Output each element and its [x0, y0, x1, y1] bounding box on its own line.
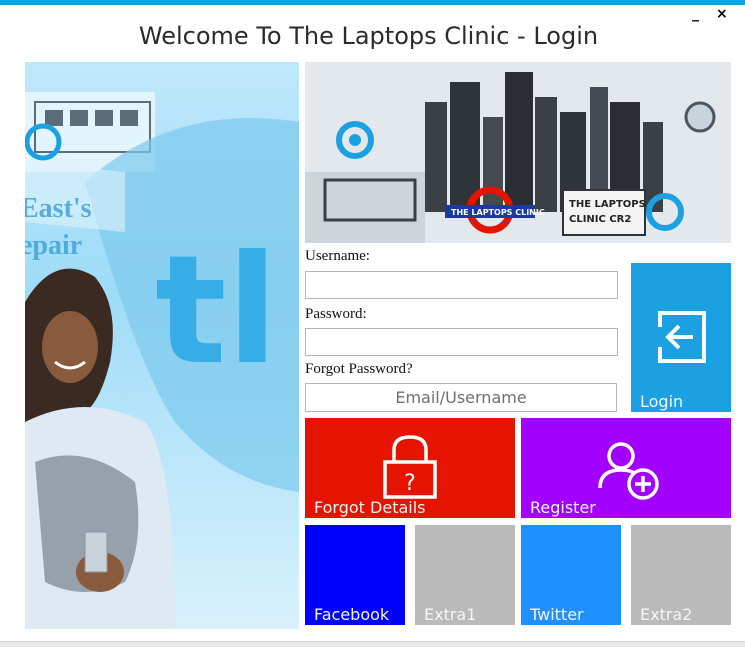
banner-sign-3: CLINIC CR2 — [569, 214, 631, 225]
email-username-input[interactable] — [305, 383, 617, 412]
username-input[interactable] — [305, 271, 618, 299]
banner-sign-2: THE LAPTOPS — [569, 199, 646, 210]
login-tile-label: Login — [640, 392, 684, 411]
woman-photo-icon: tl East's epair — [25, 92, 299, 629]
padlock-question-icon: ? — [383, 435, 437, 499]
twitter-tile-label: Twitter — [530, 605, 584, 624]
close-button[interactable]: × — [716, 6, 728, 22]
minimize-button[interactable]: _ — [692, 6, 699, 22]
username-label: Username: — [305, 248, 370, 264]
twitter-tile[interactable]: Twitter — [521, 525, 621, 625]
login-tile[interactable]: Login — [631, 263, 731, 412]
forgot-details-tile-label: Forgot Details — [314, 498, 426, 517]
register-tile[interactable]: Register — [521, 418, 731, 518]
extra2-tile-label: Extra2 — [640, 605, 693, 624]
hero-image: tl East's epair — [25, 62, 299, 629]
extra1-tile-label: Extra1 — [424, 605, 477, 624]
svg-text:tl: tl — [155, 224, 278, 398]
banner-sign-1: THE LAPTOPS CLINIC — [451, 208, 545, 217]
forgot-details-tile[interactable]: ? Forgot Details — [305, 418, 515, 518]
sign-in-icon — [657, 311, 706, 363]
window-bottom-edge — [0, 641, 745, 647]
hero-text-2: epair — [25, 230, 82, 261]
window-top-accent-bar — [0, 0, 745, 5]
forgot-password-label: Forgot Password? — [305, 361, 413, 377]
extra1-tile[interactable]: Extra1 — [415, 525, 515, 625]
password-input[interactable] — [305, 328, 618, 356]
add-user-icon — [598, 442, 659, 500]
facebook-tile[interactable]: Facebook — [305, 525, 405, 625]
window-title: Welcome To The Laptops Clinic - Login — [138, 22, 599, 50]
city-skyline-banner-icon: THE LAPTOPS CLINIC THE LAPTOPS CLINIC CR… — [305, 62, 731, 243]
password-label: Password: — [305, 306, 367, 322]
register-tile-label: Register — [530, 498, 596, 517]
city-banner-image: THE LAPTOPS CLINIC THE LAPTOPS CLINIC CR… — [305, 62, 731, 243]
extra2-tile[interactable]: Extra2 — [631, 525, 731, 625]
hero-text-1: East's — [25, 193, 92, 224]
svg-text:?: ? — [404, 471, 416, 496]
facebook-tile-label: Facebook — [314, 605, 390, 624]
